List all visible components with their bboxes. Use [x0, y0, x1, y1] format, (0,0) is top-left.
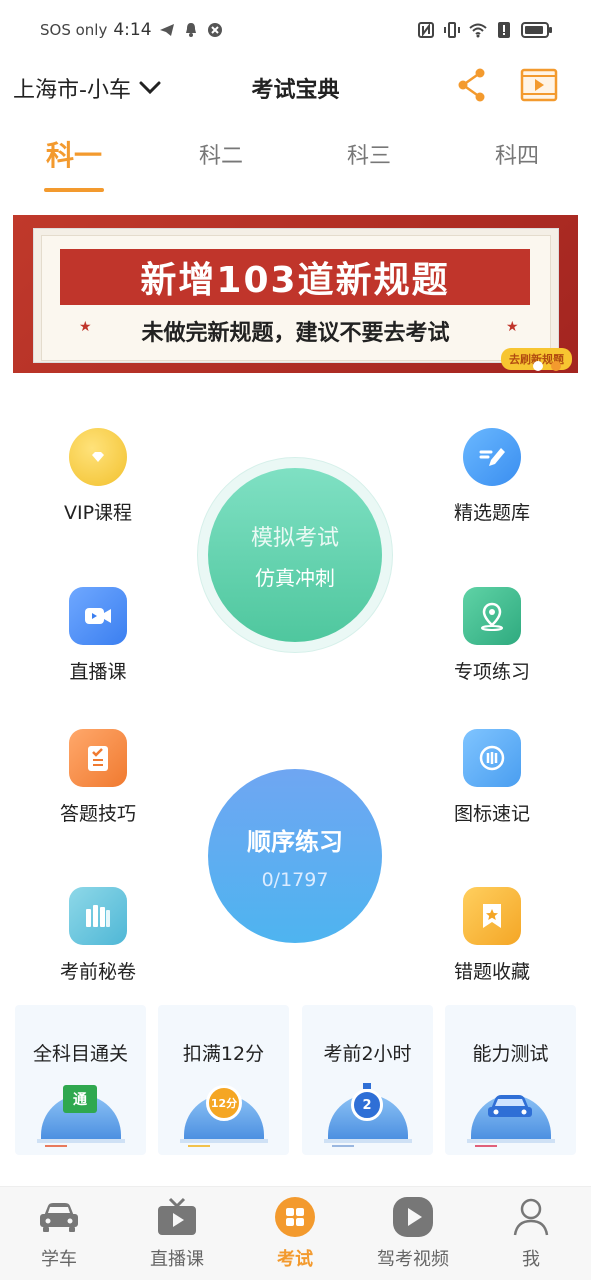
video-camera-icon	[69, 587, 127, 645]
sequential-practice-button[interactable]: 顺序练习 0/1797	[208, 769, 382, 943]
mistake-collection-label: 错题收藏	[453, 961, 530, 983]
sequential-progress: 0/1797	[261, 868, 329, 891]
nav-exam[interactable]: 考试	[245, 1195, 345, 1271]
top-bar: 上海市-小车 考试宝典	[0, 62, 591, 112]
banner-subline: 未做完新规题，建议不要去考试	[141, 321, 450, 346]
bell-icon	[185, 23, 196, 37]
sign-memory-button[interactable]: 图标速记	[422, 729, 562, 826]
status-bar: SOS only 4:14	[0, 0, 591, 66]
mock-exam-title: 模拟考试	[250, 525, 339, 551]
tab-subject-4[interactable]: 科四	[472, 138, 562, 170]
star-icon: ★	[506, 319, 519, 335]
battery-icon	[521, 22, 552, 38]
share-icon[interactable]	[456, 67, 488, 103]
mock-exam-subtitle: 仿真冲刺	[255, 565, 335, 590]
tab-subject-1[interactable]: 科一	[29, 134, 119, 174]
traffic-sign-icon	[463, 729, 521, 787]
play-circle-icon	[391, 1195, 435, 1239]
card-label: 考前2小时	[323, 1043, 412, 1065]
special-practice-label: 专项练习	[453, 661, 530, 683]
pre-exam-secret-label: 考前秘卷	[59, 961, 136, 983]
bottom-nav: 学车 直播课 考试 驾考视频 我	[0, 1186, 591, 1280]
nav-label: 我	[522, 1249, 540, 1270]
car-icon	[37, 1195, 81, 1239]
live-course-button[interactable]: 直播课	[28, 587, 168, 684]
nav-label: 驾考视频	[377, 1249, 449, 1270]
points-icon: 12分	[206, 1085, 242, 1121]
sequential-title: 顺序练习	[247, 827, 343, 856]
vip-course-button[interactable]: VIP课程	[28, 428, 168, 525]
grid-icon	[273, 1195, 317, 1239]
stopwatch-icon: 2	[351, 1089, 383, 1121]
nav-label: 学车	[41, 1249, 77, 1270]
vip-diamond-icon	[69, 428, 127, 486]
map-pin-icon	[463, 587, 521, 645]
live-course-label: 直播课	[69, 661, 127, 683]
clipboard-icon	[69, 729, 127, 787]
user-icon	[509, 1195, 553, 1239]
mock-exam-button[interactable]: 模拟考试 仿真冲刺	[208, 468, 382, 642]
answer-tips-button[interactable]: 答题技巧	[28, 729, 168, 826]
card-all-subjects[interactable]: 全科目通关 通	[15, 1005, 146, 1155]
card-12-points[interactable]: 扣满12分 12分	[158, 1005, 289, 1155]
nav-driving-video[interactable]: 驾考视频	[363, 1195, 463, 1271]
carousel-dot-active	[551, 361, 561, 371]
pencil-icon	[463, 428, 521, 486]
nav-live-course[interactable]: 直播课	[127, 1195, 227, 1271]
nav-learn-driving[interactable]: 学车	[9, 1195, 109, 1271]
selected-bank-label: 精选题库	[453, 502, 530, 524]
tv-play-icon	[155, 1195, 199, 1239]
selected-bank-button[interactable]: 精选题库	[422, 428, 562, 525]
nav-label: 考试	[277, 1249, 313, 1270]
vip-course-label: VIP课程	[63, 502, 133, 524]
banner-headline: 新增103道新规题	[140, 260, 450, 301]
video-library-icon[interactable]	[520, 68, 558, 102]
card-2-hours[interactable]: 考前2小时 2	[302, 1005, 433, 1155]
carousel-dot	[533, 361, 543, 371]
tab-subject-2[interactable]: 科二	[176, 138, 266, 170]
carrier-text: SOS only	[40, 21, 108, 39]
subject-tabs: 科一 科二 科三 科四	[0, 130, 591, 200]
answer-tips-label: 答题技巧	[59, 803, 136, 825]
city-selector[interactable]: 上海市-小车	[13, 72, 161, 104]
wifi-icon	[469, 23, 487, 38]
nav-me[interactable]: 我	[481, 1195, 581, 1271]
pre-exam-secret-button[interactable]: 考前秘卷	[28, 887, 168, 984]
sign-memory-label: 图标速记	[453, 803, 530, 825]
city-label: 上海市-小车	[13, 78, 131, 103]
card-label: 全科目通关	[32, 1043, 128, 1065]
car-icon	[488, 1095, 532, 1117]
shield-icon	[207, 23, 222, 37]
vibrate-icon	[444, 22, 460, 38]
mistake-collection-button[interactable]: 错题收藏	[422, 887, 562, 984]
signal-alert-icon	[498, 22, 510, 38]
clock: 4:14	[113, 20, 152, 40]
bookmark-star-icon	[463, 887, 521, 945]
chevron-down-icon	[139, 81, 161, 95]
active-tab-indicator	[44, 188, 104, 192]
card-label: 能力测试	[472, 1043, 549, 1065]
tab-subject-3[interactable]: 科三	[324, 138, 414, 170]
nfc-icon	[418, 22, 434, 38]
nav-label: 直播课	[150, 1249, 204, 1270]
special-practice-button[interactable]: 专项练习	[422, 587, 562, 684]
card-ability-test[interactable]: 能力测试	[445, 1005, 576, 1155]
card-label: 扣满12分	[182, 1043, 265, 1065]
promo-banner[interactable]: 新增103道新规题 ★ 未做完新规题，建议不要去考试 ★ 去刷新规题	[13, 215, 578, 373]
pass-badge-icon: 通	[63, 1085, 97, 1113]
telegram-icon	[159, 24, 174, 36]
books-icon	[69, 887, 127, 945]
